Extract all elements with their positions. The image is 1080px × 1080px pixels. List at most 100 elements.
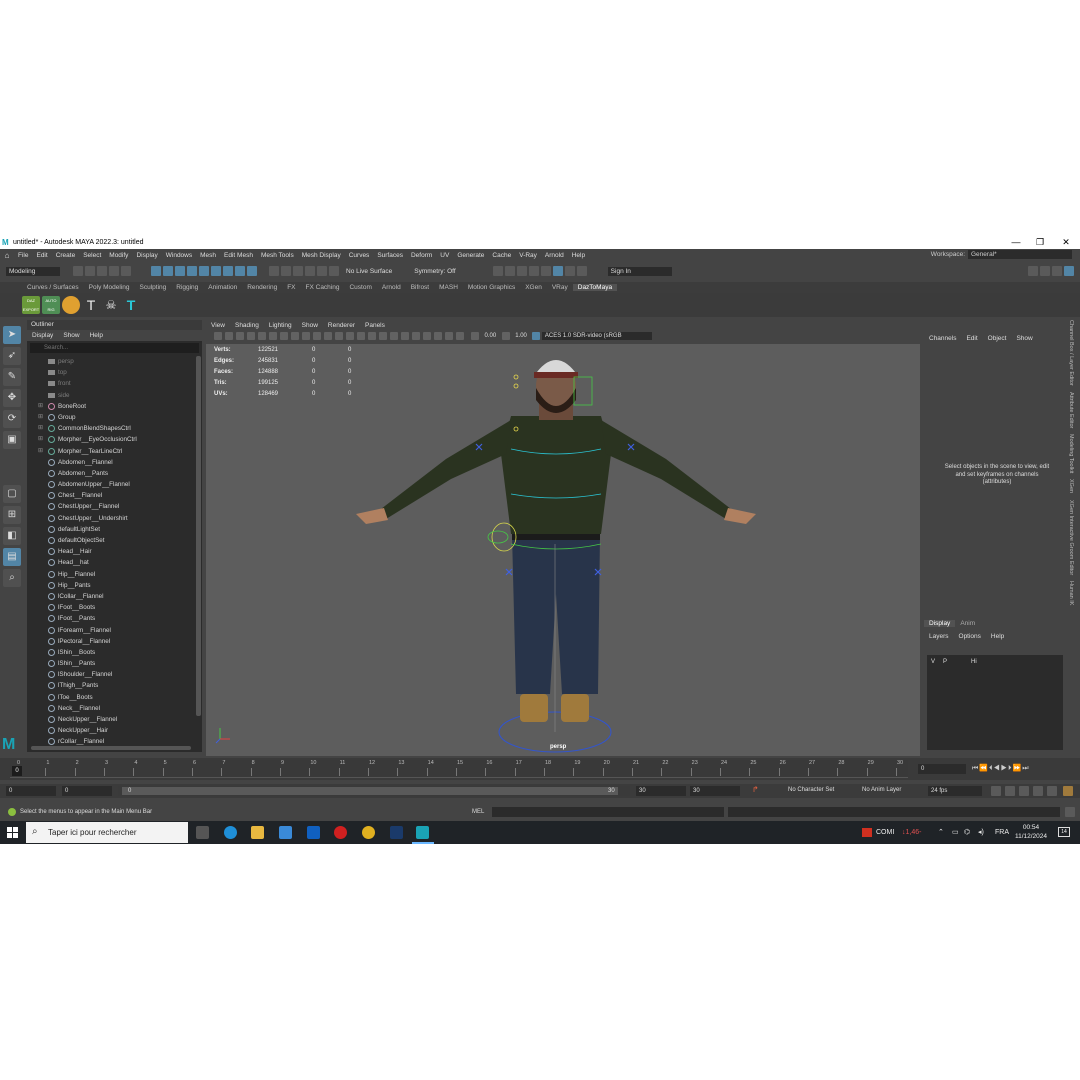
four-view-icon[interactable]: ⊞ bbox=[3, 506, 21, 524]
side-tab-xgen-groom[interactable]: XGen Interactive Groom Editor bbox=[1068, 500, 1074, 575]
layer-menu-options[interactable]: Options bbox=[954, 633, 986, 640]
safe-title-icon[interactable] bbox=[312, 332, 321, 340]
minimize-button[interactable]: — bbox=[1004, 236, 1028, 249]
xray-joints-icon[interactable] bbox=[455, 332, 464, 340]
outliner-item[interactable]: AbdomenUpper__Flannel bbox=[27, 479, 195, 490]
timeline-options-icon[interactable] bbox=[1033, 786, 1043, 796]
expand-icon[interactable]: ⊞ bbox=[37, 412, 44, 423]
cb-menu-channels[interactable]: Channels bbox=[924, 335, 961, 342]
menu-help[interactable]: Help bbox=[568, 252, 589, 259]
shelf-tab-custom[interactable]: Custom bbox=[344, 284, 376, 291]
outliner-item[interactable]: ⊞ Morpher__EyeOcclusionCtrl bbox=[27, 434, 195, 445]
stock-name[interactable]: COMI bbox=[876, 821, 894, 844]
go-to-end-icon[interactable]: ⏭ bbox=[1022, 765, 1029, 772]
outliner-item[interactable]: front bbox=[27, 378, 195, 389]
character-model[interactable] bbox=[206, 344, 920, 756]
motion-blur-icon[interactable] bbox=[400, 332, 409, 340]
playback-end-field[interactable]: 30 bbox=[636, 786, 686, 796]
menu-mesh[interactable]: Mesh bbox=[196, 252, 220, 259]
film-gate-icon[interactable] bbox=[257, 332, 266, 340]
snap-view-icon[interactable] bbox=[317, 266, 327, 276]
pause-icon[interactable] bbox=[576, 266, 587, 276]
gamma-value[interactable]: 1.00 bbox=[515, 333, 527, 339]
layer-name[interactable]: Hi bbox=[971, 659, 977, 665]
outliner-item[interactable]: lFoot__Pants bbox=[27, 613, 195, 624]
figure-icon[interactable]: T bbox=[122, 296, 140, 314]
task-view-icon[interactable] bbox=[196, 826, 209, 839]
menu-cache[interactable]: Cache bbox=[488, 252, 515, 259]
shelf-tab-rigging[interactable]: Rigging bbox=[171, 284, 203, 291]
outliner-item[interactable]: ⊞ BoneRoot bbox=[27, 401, 195, 412]
select-mask-deform-icon[interactable] bbox=[223, 266, 233, 276]
maximize-button[interactable]: ❐ bbox=[1028, 236, 1052, 249]
move-tool-icon[interactable]: ✥ bbox=[3, 389, 21, 407]
time-slider[interactable]: 0 1 2 3 4 5 6 7 8 9 10 11 12 13 14 15 16 17 18 19 20 21 22 23 24… bbox=[0, 758, 1080, 780]
outliner-item[interactable]: Neck__Flannel bbox=[27, 703, 195, 714]
expand-icon[interactable]: ⊞ bbox=[37, 423, 44, 434]
outliner-item[interactable]: Head__Hair bbox=[27, 546, 195, 557]
smooth-shade-icon[interactable] bbox=[334, 332, 343, 340]
select-tool-icon[interactable]: ➤ bbox=[3, 326, 21, 344]
play-forward-icon[interactable]: ▶ bbox=[1001, 765, 1008, 772]
outliner-item[interactable]: ChestUpper__Flannel bbox=[27, 501, 195, 512]
mel-language-toggle[interactable]: MEL bbox=[472, 809, 484, 815]
time-slider-track[interactable]: 0 1 2 3 4 5 6 7 8 9 10 11 12 13 14 15 16 17 18 19 20 21 22 23 24… bbox=[10, 760, 908, 778]
rotate-tool-icon[interactable]: ⟳ bbox=[3, 410, 21, 428]
outliner-item[interactable]: Hip__Flannel bbox=[27, 569, 195, 580]
character-set-dropdown[interactable]: No Character Set bbox=[788, 787, 834, 793]
shelf-tab-daztomaya[interactable]: DazToMaya bbox=[572, 284, 618, 291]
side-tab-xgen[interactable]: XGen bbox=[1068, 479, 1074, 493]
outliner-layout-icon[interactable]: ▤ bbox=[3, 548, 21, 566]
render-settings-icon[interactable] bbox=[516, 266, 527, 276]
preferences-icon[interactable] bbox=[1019, 786, 1029, 796]
single-view-icon[interactable]: ▢ bbox=[3, 485, 21, 503]
anti-aliasing-icon[interactable] bbox=[411, 332, 420, 340]
outliner-item[interactable]: ⊞ Morpher__TearLineCtrl bbox=[27, 446, 195, 457]
shelf-tab-poly-modeling[interactable]: Poly Modeling bbox=[84, 284, 135, 291]
material-icon[interactable] bbox=[62, 296, 80, 314]
wireframe-on-shaded-icon[interactable] bbox=[345, 332, 354, 340]
input-language[interactable]: FRA bbox=[995, 821, 1009, 844]
outliner-h-scrollbar[interactable] bbox=[31, 746, 191, 750]
store-icon[interactable] bbox=[279, 826, 292, 839]
play-back-icon[interactable]: ◀ bbox=[994, 765, 1001, 772]
select-mask-curve-icon[interactable] bbox=[199, 266, 209, 276]
outliner-menu-show[interactable]: Show bbox=[58, 332, 84, 339]
save-scene-icon[interactable] bbox=[97, 266, 107, 276]
current-frame-field[interactable]: 0 bbox=[918, 764, 966, 774]
outliner-item[interactable]: persp bbox=[27, 356, 195, 367]
skull-icon[interactable]: ☠ bbox=[102, 296, 120, 314]
cb-menu-edit[interactable]: Edit bbox=[961, 335, 982, 342]
image-plane-icon[interactable] bbox=[235, 332, 244, 340]
edge-icon[interactable] bbox=[224, 826, 237, 839]
vp-menu-lighting[interactable]: Lighting bbox=[264, 322, 297, 329]
expand-icon[interactable]: ⊞ bbox=[37, 446, 44, 457]
shadows-icon[interactable] bbox=[378, 332, 387, 340]
step-back-key-icon[interactable]: ⏪ bbox=[979, 765, 989, 772]
clock[interactable]: 00:54 11/12/2024 bbox=[1014, 823, 1048, 841]
select-by-object-icon[interactable] bbox=[163, 266, 173, 276]
taskbar-search-input[interactable]: Taper ici pour rechercher bbox=[26, 822, 188, 843]
textured-icon[interactable] bbox=[356, 332, 365, 340]
select-mask-render-icon[interactable] bbox=[247, 266, 257, 276]
loop-icon[interactable] bbox=[991, 786, 1001, 796]
side-tab-channel-box[interactable]: Channel Box / Layer Editor bbox=[1068, 320, 1074, 386]
toggle-modeling-toolkit-icon[interactable] bbox=[1028, 266, 1038, 276]
toggle-attribute-editor-icon[interactable] bbox=[1040, 266, 1050, 276]
shelf-tab-rendering[interactable]: Rendering bbox=[242, 284, 282, 291]
shelf-tab-bifrost[interactable]: Bifrost bbox=[406, 284, 434, 291]
command-input[interactable] bbox=[492, 807, 724, 817]
volume-icon[interactable]: ◂) bbox=[978, 821, 984, 844]
layer-menu-help[interactable]: Help bbox=[986, 633, 1009, 640]
make-live-icon[interactable] bbox=[329, 266, 339, 276]
layer-tab-display[interactable]: Display bbox=[924, 620, 956, 627]
outliner-item[interactable]: NeckUpper__Hair bbox=[27, 725, 195, 736]
camera-attributes-icon[interactable] bbox=[213, 332, 222, 340]
outliner-item[interactable]: Abdomen__Flannel bbox=[27, 457, 195, 468]
auto-key-icon[interactable]: ↱ bbox=[752, 785, 759, 794]
ambient-occlusion-icon[interactable] bbox=[389, 332, 398, 340]
snap-surface-icon[interactable] bbox=[305, 266, 315, 276]
menu-create[interactable]: Create bbox=[52, 252, 80, 259]
outliner-scrollbar[interactable] bbox=[196, 356, 201, 716]
close-button[interactable]: ✕ bbox=[1054, 236, 1078, 249]
